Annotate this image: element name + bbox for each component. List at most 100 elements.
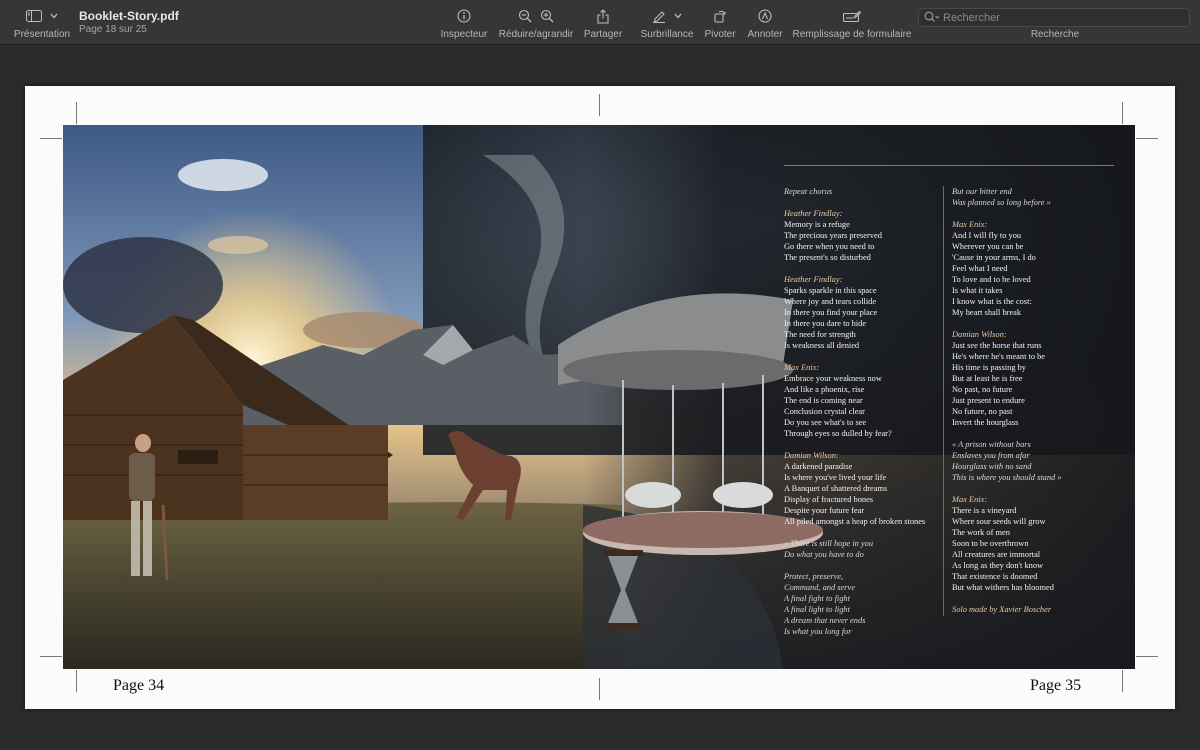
lyric-line: Feel what I need xyxy=(952,264,1008,273)
lyric-line: Display of fractured bones xyxy=(784,495,874,504)
lyric-line: And like a phoenix, rise xyxy=(784,385,865,394)
lyrics-column-left: Repeat chorus Heather Findlay: Memory is a… xyxy=(784,186,925,637)
lyric-line: Where sour seeds will grow xyxy=(952,517,1046,526)
lyrics-spacer xyxy=(952,208,1062,219)
lyric-line: But at least he is free xyxy=(952,374,1023,383)
singer-label: Damian Wilson: xyxy=(952,330,1007,339)
zoom-in-icon[interactable] xyxy=(540,9,554,23)
lyric-line: « There is still hope in you xyxy=(784,539,874,548)
document-title: Booklet-Story.pdf xyxy=(79,9,179,23)
lyric-line: Do you see what's to see xyxy=(784,418,867,427)
lyric-line: I know what is the cost: xyxy=(952,297,1032,306)
singer-label: Damian Wilson: xyxy=(784,451,839,460)
lyric-line: A Banquet of shattered dreams xyxy=(784,484,888,493)
lyric-line: The precious years preserved xyxy=(784,231,882,240)
lyric-line: In there you find your place xyxy=(784,308,878,317)
highlight-label: Surbrillance xyxy=(640,29,694,40)
page-indicator: Page 18 sur 25 xyxy=(79,24,147,35)
lyric-line: A dream that never ends xyxy=(784,616,866,625)
lyric-line: Invert the hourglass xyxy=(952,418,1019,427)
annotate-button[interactable]: Annoter xyxy=(744,0,786,44)
inspector-label: Inspecteur xyxy=(440,29,488,40)
lyric-line: His time is passing by xyxy=(952,363,1026,372)
lyric-line: Through eyes so dulled by fear? xyxy=(784,429,892,438)
highlight-button[interactable]: Surbrillance xyxy=(636,0,698,44)
search-label: Recherche xyxy=(1030,29,1080,40)
page-number-left: Page 34 xyxy=(113,677,165,694)
info-icon xyxy=(457,9,471,23)
lyric-line: Hourglass with no sand xyxy=(952,462,1032,471)
lyric-line: There is a vineyard xyxy=(952,506,1017,515)
lyric-line: Enslaves you from afar xyxy=(952,451,1030,460)
lyric-line: He's where he's meant to be xyxy=(952,352,1046,361)
lyrics-spacer xyxy=(784,527,925,538)
annotate-label: Annoter xyxy=(747,29,783,40)
lyrics-spacer xyxy=(952,428,1062,439)
lyric-line: Just see the horse that runs xyxy=(952,341,1042,350)
column-divider xyxy=(943,186,944,616)
crop-mark xyxy=(76,670,77,692)
crop-mark xyxy=(1136,656,1158,657)
zoom-label: Réduire/agrandir xyxy=(498,29,574,40)
zoom-out-icon[interactable] xyxy=(518,9,532,23)
lyrics-spacer xyxy=(784,197,925,208)
crop-mark xyxy=(40,656,62,657)
view-label: Présentation xyxy=(13,29,71,40)
lyric-line: To love and to be loved xyxy=(952,275,1031,284)
lyric-line: Is what it takes xyxy=(952,286,1003,295)
lyrics-spacer xyxy=(784,439,925,450)
lyric-line: Embrace your weakness now xyxy=(784,374,882,383)
lyric-line: No past, no future xyxy=(952,385,1013,394)
toolbar: Présentation Booklet-Story.pdf Page 18 s… xyxy=(0,0,1200,45)
lyrics-spacer xyxy=(784,560,925,571)
lyric-line: Was planned so long before » xyxy=(952,198,1051,207)
lyric-line: Just present to endure xyxy=(952,396,1025,405)
top-rule xyxy=(784,165,1114,166)
crop-mark xyxy=(76,102,77,124)
lyric-line: Sparks sparkle in this space xyxy=(784,286,877,295)
singer-label: Max Enix: xyxy=(952,495,988,504)
lyrics-spacer xyxy=(952,593,1062,604)
inspector-button[interactable]: Inspecteur xyxy=(436,0,492,44)
lyric-line: Go there when you need to xyxy=(784,242,875,251)
lyric-line: The present's so disturbed xyxy=(784,253,871,262)
zoom-controls[interactable]: Réduire/agrandir xyxy=(496,0,576,44)
lyric-line: My heart shall break xyxy=(952,308,1022,317)
crop-mark xyxy=(599,678,600,700)
rotate-label: Pivoter xyxy=(704,29,736,40)
lyric-line: And I will fly to you xyxy=(952,231,1022,240)
lyric-line: But our bitter end xyxy=(952,187,1012,196)
sidebar-icon xyxy=(26,10,42,22)
lyrics-column-right: But our bitter end Was planned so long be… xyxy=(952,186,1062,615)
share-button[interactable]: Partager xyxy=(580,0,626,44)
lyrics-spacer xyxy=(784,263,925,274)
form-fill-button[interactable]: Remplissage de formulaire xyxy=(790,0,914,44)
view-button[interactable]: Présentation xyxy=(8,0,76,44)
crop-mark xyxy=(40,138,62,139)
rotate-icon xyxy=(714,10,726,23)
lyric-line: Soon to be overthrown xyxy=(952,539,1029,548)
chevron-down-icon[interactable] xyxy=(674,13,682,19)
page-number-right: Page 35 xyxy=(1030,677,1082,694)
search-box[interactable] xyxy=(918,8,1190,27)
crop-mark xyxy=(1122,670,1123,692)
lyric-line: The end is coming near xyxy=(784,396,863,405)
rotate-button[interactable]: Pivoter xyxy=(700,0,740,44)
singer-label: Heather Findlay: xyxy=(784,209,843,218)
lyric-line: No future, no past xyxy=(952,407,1013,416)
lyric-line: All creatures are immortal xyxy=(952,550,1041,559)
lyrics-spacer xyxy=(952,483,1062,494)
lyric-line: Protect, preserve, xyxy=(784,572,844,581)
lyric-line: Conclusion crystal clear xyxy=(784,407,865,416)
lyric-line: Is weakness all denied xyxy=(784,341,860,350)
lyric-line: A final light to light xyxy=(784,605,850,614)
lyric-line: In there you dare to hide xyxy=(784,319,867,328)
lyric-line: A final fight to fight xyxy=(784,594,850,603)
singer-label: Max Enix: xyxy=(952,220,988,229)
form-icon xyxy=(843,10,861,22)
lyric-line: 'Cause in your arms, I do xyxy=(952,253,1036,262)
crop-mark xyxy=(599,94,600,116)
lyric-line: A darkened paradise xyxy=(784,462,853,471)
search-input[interactable] xyxy=(943,10,1183,25)
chevron-down-icon xyxy=(50,13,58,19)
